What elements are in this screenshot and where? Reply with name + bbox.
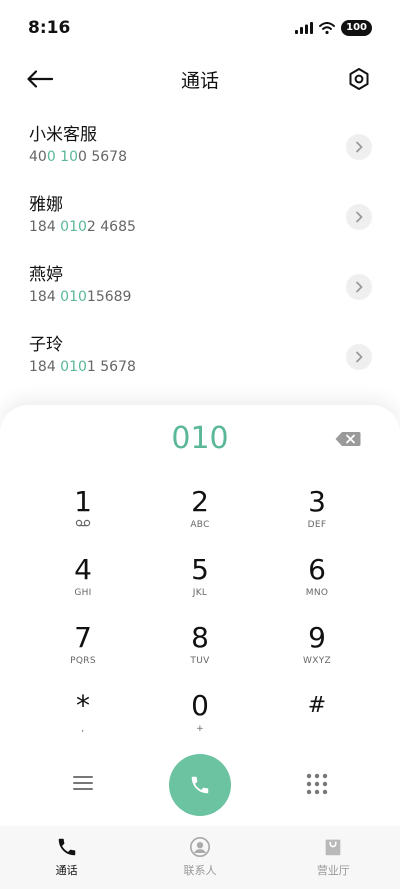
key-letters: MNO <box>305 588 329 598</box>
header: 通话 <box>0 56 400 102</box>
contact-number: 184 01015689 <box>29 289 132 305</box>
contact-detail-button[interactable] <box>346 274 372 300</box>
contact-number: 184 0102 4685 <box>29 219 136 235</box>
contact-detail-button[interactable] <box>346 134 372 160</box>
contact-icon <box>189 837 210 857</box>
key-letters: WXYZ <box>303 656 331 666</box>
keypad-toggle-button[interactable] <box>302 769 332 799</box>
key-letters: PQRS <box>70 656 96 666</box>
key-digit: 5 <box>191 553 209 586</box>
key-digit: 6 <box>308 553 326 586</box>
contact-detail-button[interactable] <box>346 204 372 230</box>
back-button[interactable] <box>24 64 56 94</box>
key-letters: GHI <box>74 588 92 598</box>
contact-name: 子玲 <box>29 335 63 355</box>
key-letters: TUV <box>190 656 210 666</box>
dial-key-5[interactable]: 5 JKL <box>160 553 240 613</box>
dial-key-0[interactable]: 0 + <box>160 689 240 749</box>
contact-item[interactable]: 子玲 184 0101 5678 <box>0 328 400 398</box>
key-digit: * <box>76 689 90 722</box>
key-digit: 2 <box>191 485 209 518</box>
nav-tab-store[interactable]: 营业厅 <box>267 826 400 889</box>
dial-key-star[interactable]: * , <box>43 689 123 749</box>
dial-key-4[interactable]: 4 GHI <box>43 553 123 613</box>
dial-key-7[interactable]: 7 PQRS <box>43 621 123 681</box>
dial-key-hash[interactable]: # <box>277 689 357 749</box>
contact-detail-button[interactable] <box>346 344 372 370</box>
nav-label: 联系人 <box>183 864 217 877</box>
key-letters: + <box>196 724 204 734</box>
chevron-right-icon <box>356 281 363 293</box>
key-digit: 3 <box>308 485 326 518</box>
back-arrow-icon <box>27 70 53 88</box>
dial-key-3[interactable]: 3 DEF <box>277 485 357 545</box>
key-letters: DEF <box>307 520 327 530</box>
key-letters: ABC <box>190 520 210 530</box>
contact-name: 雅娜 <box>29 195 63 215</box>
contact-item[interactable]: 小米客服 400 100 5678 <box>0 118 400 188</box>
call-button[interactable] <box>169 754 231 816</box>
contact-name: 小米客服 <box>29 125 97 145</box>
settings-button[interactable] <box>344 64 374 94</box>
status-bar: 8:16 100 <box>0 0 400 56</box>
contact-item[interactable]: 燕婷 184 01015689 <box>0 258 400 328</box>
keypad-grid-icon <box>306 773 328 795</box>
contact-number: 400 100 5678 <box>29 149 127 165</box>
chevron-right-icon <box>356 211 363 223</box>
contact-name: 燕婷 <box>29 265 63 285</box>
voicemail-icon <box>75 519 91 527</box>
menu-icon <box>73 776 93 790</box>
dial-key-8[interactable]: 8 TUV <box>160 621 240 681</box>
battery-indicator: 100 <box>341 20 372 36</box>
signal-icon <box>295 22 314 34</box>
dial-key-9[interactable]: 9 WXYZ <box>277 621 357 681</box>
nav-tab-contacts[interactable]: 联系人 <box>133 826 266 889</box>
key-digit: 4 <box>74 553 92 586</box>
dial-key-2[interactable]: 2 ABC <box>160 485 240 545</box>
chevron-right-icon <box>356 141 363 153</box>
page-title: 通话 <box>180 69 219 92</box>
dial-key-6[interactable]: 6 MNO <box>277 553 357 613</box>
key-letters: , <box>81 724 85 734</box>
key-letters: JKL <box>192 588 208 598</box>
wifi-icon <box>319 22 336 34</box>
menu-button[interactable] <box>68 770 98 796</box>
key-digit: 0 <box>191 689 209 722</box>
nav-tab-calls[interactable]: 通话 <box>0 826 133 889</box>
key-digit: 8 <box>191 621 209 654</box>
status-time: 8:16 <box>28 18 71 38</box>
key-digit: 1 <box>74 485 92 518</box>
contact-suggestion-list: 小米客服 400 100 5678 雅娜 184 0102 4685 燕婷 18… <box>0 118 400 398</box>
store-bag-icon <box>325 839 341 856</box>
key-digit: 9 <box>308 621 326 654</box>
contact-number: 184 0101 5678 <box>29 359 136 375</box>
nav-label: 通话 <box>55 864 78 877</box>
key-digit: # <box>307 693 327 718</box>
contact-item[interactable]: 雅娜 184 0102 4685 <box>0 188 400 258</box>
nav-label: 营业厅 <box>316 864 350 877</box>
backspace-button[interactable] <box>334 429 362 449</box>
bottom-navigation: 通话 联系人 营业厅 <box>0 826 400 889</box>
status-indicators: 100 <box>295 20 372 36</box>
backspace-icon <box>335 432 361 446</box>
dialpad-panel: 010 1 2 ABC 3 DEF 4 GHI 5 JKL 6 MNO 7 PQ… <box>0 405 400 825</box>
key-digit: 7 <box>74 621 92 654</box>
phone-icon <box>58 838 75 856</box>
phone-icon <box>191 776 209 794</box>
dial-key-1[interactable]: 1 <box>43 485 123 545</box>
settings-hexagon-icon <box>349 68 369 90</box>
chevron-right-icon <box>356 351 363 363</box>
